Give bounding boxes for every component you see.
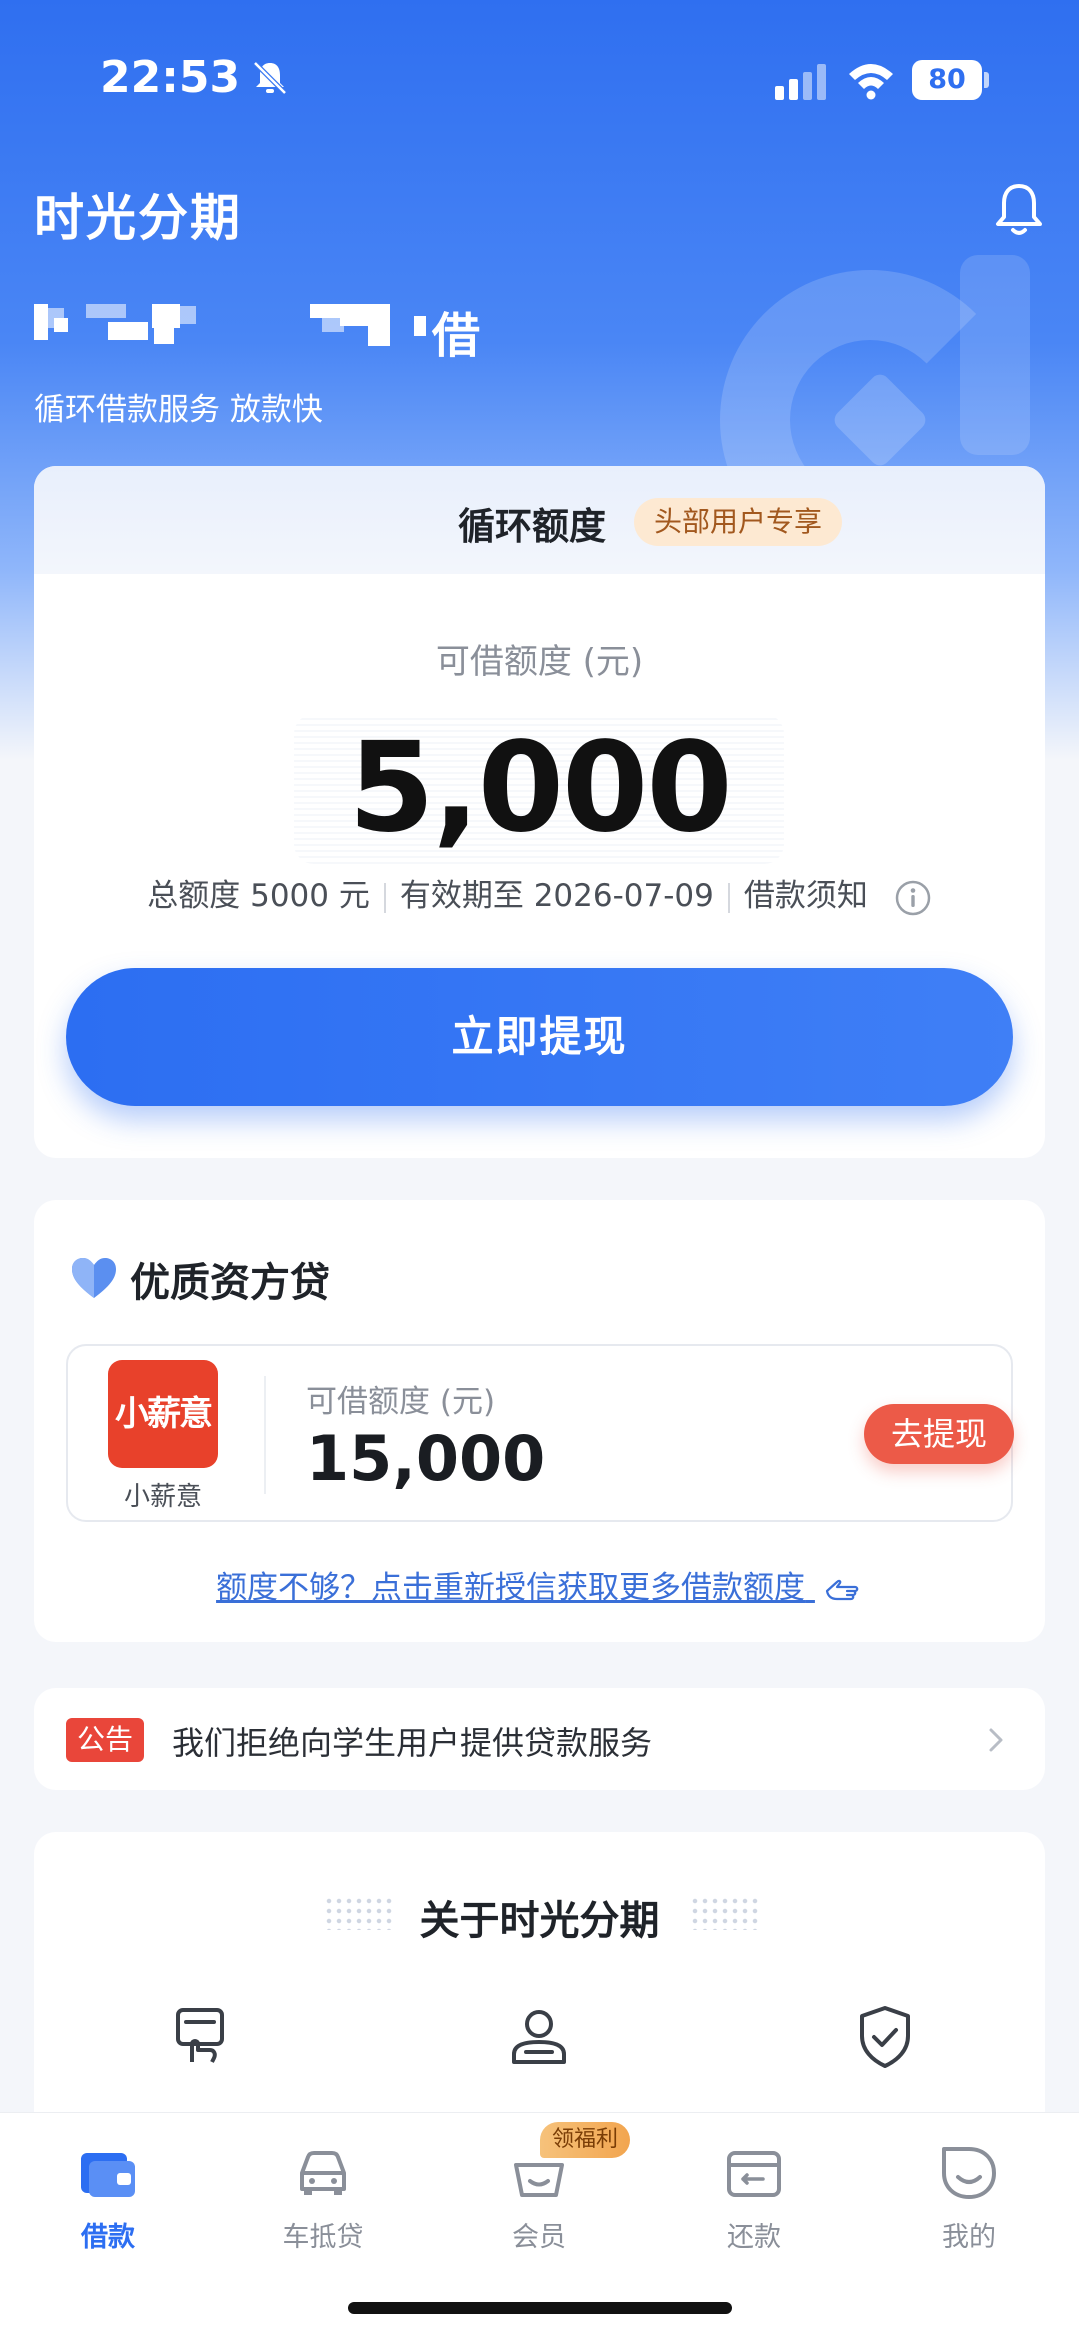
notice-text: 我们拒绝向学生用户提供贷款服务 bbox=[172, 1724, 653, 1762]
partner-section-title: 优质资方贷 bbox=[130, 1260, 330, 1306]
partner-available-label: 可借额度 (元) bbox=[306, 1384, 496, 1420]
document-hand-icon bbox=[176, 2008, 224, 2063]
tab-label: 我的 bbox=[942, 2222, 996, 2253]
card-icon bbox=[727, 2151, 781, 2197]
partner-item[interactable]: 小薪意 小薪意 可借额度 (元) 15,000 去提现 bbox=[66, 1344, 1014, 1522]
withdraw-now-button[interactable]: 立即提现 bbox=[66, 968, 1013, 1106]
smile-icon bbox=[942, 2147, 996, 2199]
tab-label: 还款 bbox=[727, 2222, 781, 2253]
wifi-icon bbox=[849, 64, 893, 100]
partner-withdraw-button[interactable]: 去提现 bbox=[864, 1404, 1014, 1464]
notice-tag: 公告 bbox=[66, 1718, 144, 1762]
battery-indicator: 80 bbox=[912, 60, 982, 100]
wallet-icon bbox=[81, 2153, 135, 2197]
about-card: 关于时光分期 bbox=[34, 1832, 1045, 2132]
signal-icon bbox=[775, 64, 826, 100]
notification-bell-icon[interactable] bbox=[990, 180, 1048, 240]
headline-suffix: 借 bbox=[432, 308, 481, 364]
welfare-badge: 领福利 bbox=[540, 2122, 631, 2158]
available-amount: 5,000 bbox=[348, 716, 732, 860]
car-icon bbox=[300, 2151, 346, 2195]
notice-bar[interactable]: 公告 我们拒绝向学生用户提供贷款服务 bbox=[34, 1688, 1045, 1790]
pointing-hand-icon bbox=[825, 1579, 859, 1600]
meta-divider bbox=[383, 882, 386, 913]
partner-name: 小薪意 bbox=[123, 1482, 202, 1512]
tab-label: 借款 bbox=[81, 2222, 135, 2253]
tab-label: 车抵贷 bbox=[282, 2222, 364, 2253]
partner-loans-card: 优质资方贷 小薪意 小薪意 可借额度 (元) 15,000 去提现 额度不够？点… bbox=[34, 1200, 1045, 1642]
heart-icon bbox=[72, 1258, 116, 1298]
partner-logo: 小薪意 bbox=[108, 1360, 218, 1468]
credit-card-header: 循环额度 头部用户专享 bbox=[34, 466, 1045, 574]
decorative-bar bbox=[960, 255, 1030, 455]
vip-badge: 头部用户专享 bbox=[634, 498, 843, 546]
chevron-right-icon bbox=[989, 1728, 1003, 1752]
status-bar: 22:53 80 bbox=[0, 0, 1079, 160]
shield-check-icon bbox=[860, 2006, 910, 2068]
tab-loan[interactable]: 借款 bbox=[38, 2143, 178, 2273]
reauthorize-link[interactable]: 额度不够？点击重新授信获取更多借款额度 bbox=[34, 1562, 1045, 1607]
credit-meta-row: 总额度 5000 元有效期至 2026-07-09 借款须知 bbox=[34, 870, 1045, 917]
meta-divider bbox=[727, 882, 730, 913]
user-icon bbox=[512, 2010, 566, 2064]
info-icon[interactable] bbox=[894, 879, 932, 917]
partner-divider bbox=[264, 1376, 266, 1494]
partner-amount: 15,000 bbox=[306, 1422, 546, 1495]
decorative-dots-right bbox=[690, 1896, 760, 1930]
about-title: 关于时光分期 bbox=[419, 1898, 660, 1944]
status-time: 22:53 bbox=[100, 52, 241, 103]
total-quota: 总额度 5000 元 bbox=[147, 878, 370, 914]
reauthorize-link-text[interactable]: 额度不够？点击重新授信获取更多借款额度 bbox=[216, 1570, 805, 1606]
available-label: 可借额度 (元) bbox=[435, 642, 644, 682]
tab-repayment[interactable]: 还款 bbox=[684, 2143, 824, 2273]
credit-card-title: 循环额度 bbox=[458, 505, 606, 548]
tab-mine[interactable]: 我的 bbox=[899, 2143, 1039, 2273]
revolving-credit-card: 循环额度 头部用户专享 可借额度 (元) 5,000 总额度 5000 元有效期… bbox=[34, 466, 1045, 1158]
valid-until: 有效期至 2026-07-09 bbox=[399, 878, 714, 914]
tab-label: 会员 bbox=[512, 2222, 566, 2253]
tab-membership[interactable]: 会员 bbox=[469, 2143, 609, 2273]
loan-notice-link[interactable]: 借款须知 bbox=[744, 878, 868, 914]
battery-tip bbox=[984, 72, 989, 88]
app-title: 时光分期 bbox=[34, 189, 242, 247]
header-subtitle: 循环借款服务 放款快 bbox=[34, 392, 323, 428]
bell-off-icon bbox=[253, 61, 287, 95]
home-indicator bbox=[348, 2302, 732, 2314]
tab-car-loan[interactable]: 车抵贷 bbox=[253, 2143, 393, 2273]
